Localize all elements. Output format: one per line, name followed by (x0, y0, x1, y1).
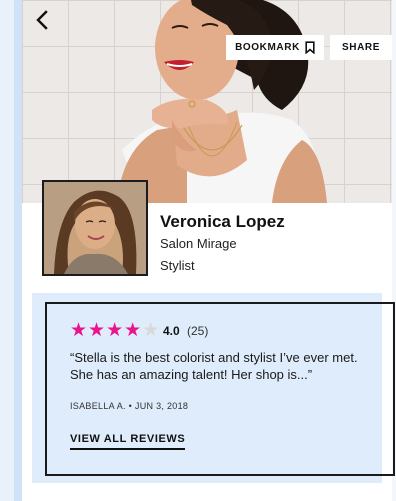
stylist-name: Veronica Lopez (160, 212, 285, 231)
salon-name: Salon Mirage (160, 236, 237, 251)
star-empty-icon: ★ (142, 320, 160, 341)
back-button[interactable] (30, 8, 54, 32)
hero-photo (22, 0, 392, 203)
star-filled-icon: ★ (106, 320, 124, 341)
bookmark-button[interactable]: BOOKMARK (226, 35, 324, 60)
bookmark-icon (305, 41, 315, 54)
chevron-left-icon (36, 10, 48, 30)
stylist-profile-screen: BOOKMARK SHARE Veronica Lopez Salon Mira… (0, 0, 396, 501)
stylist-role: Stylist (160, 258, 195, 273)
avatar (42, 180, 148, 276)
review-byline: ISABELLA A. • JUN 3, 2018 (70, 401, 189, 411)
avatar-portrait-illustration (44, 182, 146, 274)
star-filled-icon: ★ (70, 320, 88, 341)
share-button[interactable]: SHARE (330, 35, 392, 60)
star-filled-icon: ★ (88, 320, 106, 341)
hero-portrait-illustration (117, 0, 327, 203)
star-filled-icon: ★ (124, 320, 142, 341)
rating-stars: ★ ★ ★ ★ ★ (70, 321, 159, 341)
review-quote: “Stella is the best colorist and stylist… (70, 350, 358, 382)
rating-value: 4.0 (163, 324, 180, 338)
left-frame-strip-inner (14, 0, 22, 501)
bookmark-label: BOOKMARK (235, 42, 300, 53)
left-frame-strip (0, 0, 14, 501)
view-all-reviews-link[interactable]: VIEW ALL REVIEWS (70, 433, 186, 450)
rating-count: (25) (187, 324, 209, 338)
share-label: SHARE (341, 42, 380, 53)
